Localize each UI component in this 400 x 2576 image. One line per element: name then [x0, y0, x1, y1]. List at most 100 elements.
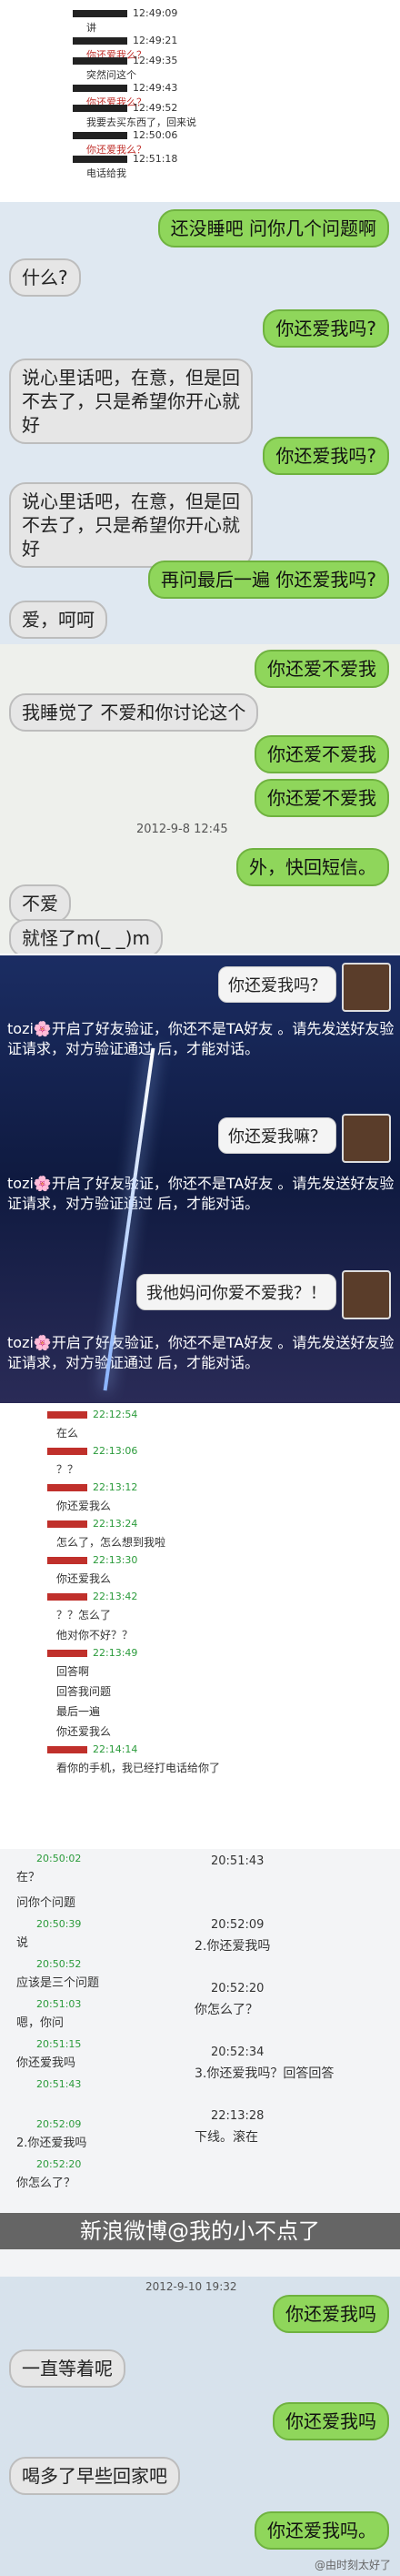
avatar — [342, 963, 391, 1012]
redacted-name — [47, 1746, 87, 1753]
log-time: 22:13:42 — [93, 1591, 138, 1602]
redacted-name — [73, 156, 127, 163]
log-time: 20:51:03 — [36, 1998, 82, 2010]
log-time: 20:52:20 — [36, 2158, 82, 2170]
log-text: 突然问这个 — [86, 69, 136, 81]
log-entry: 22:13:24 — [47, 1518, 137, 1530]
log-time: 20:50:52 — [36, 1958, 82, 1970]
log-text: 电话给我 — [86, 167, 126, 179]
sent-message-bubble: 你还爱我嘛？ — [218, 1117, 336, 1154]
redacted-name — [73, 57, 127, 65]
log-text: 回答啊 — [56, 1665, 90, 1678]
log-text: 你还爱我么 — [56, 1572, 112, 1585]
log-text: ？？怎么了 — [56, 1609, 112, 1621]
log-text: 在么 — [56, 1427, 79, 1440]
redacted-name — [73, 37, 127, 45]
log-time: 22:13:49 — [93, 1647, 138, 1659]
system-message: tozi🌸开启了好友验证，你还不是TA好友 。请先发送好友验证请求，对方验证通过… — [7, 1334, 395, 1371]
redacted-name — [73, 10, 127, 17]
redacted-name — [47, 1484, 87, 1491]
log-entry: 12:49:43 — [73, 82, 177, 94]
log-time: 22:13:06 — [93, 1445, 138, 1457]
sms-panel-2: 你还爱不爱我 我睡觉了 不爱和你讨论这个 你还爱不爱我 你还爱不爱我 外，快回短信。 不爱… — [0, 644, 400, 954]
chat-log-panel-3: 20:50:02 在？ 问你个问题 20:50:39 说 20:50:52 应该是三个问题 2… — [0, 1849, 400, 2277]
received-message-bubble: 我睡觉了 不爱和你讨论这个 — [9, 693, 259, 732]
log-time: 22:13:30 — [93, 1554, 138, 1566]
log-time: 20:52:09 — [211, 1918, 265, 1932]
sms-panel-3: 2012-9-10 19:32 你还爱我吗 一直等着呢 你还爱我吗 喝多了早些回家吧 你还… — [0, 2277, 400, 2576]
chat-log-panel-2: 22:12:54 在么 22:13:06 ？？ 22:13:12 你还爱我么 22:13:2… — [0, 1403, 400, 1849]
redacted-name — [47, 1520, 87, 1528]
chat-log-panel-1: 12:49:09 讲 12:49:21 你还爱我么？ 12:49:35 突然问这个 12:4… — [0, 0, 400, 202]
log-entry: 22:13:49 — [47, 1647, 137, 1659]
avatar — [342, 1270, 391, 1319]
sent-message-bubble: 还没睡吧 问你几个问题啊 — [157, 209, 389, 247]
redacted-name — [73, 132, 127, 139]
sent-message-bubble: 外，快回短信。 — [236, 848, 389, 886]
log-text: 2.你还爱我吗 — [195, 1939, 271, 1954]
log-time: 12:49:43 — [133, 82, 178, 94]
log-text: ？？ — [56, 1463, 79, 1476]
received-message-bubble: 喝多了早些回家吧 — [9, 2457, 180, 2495]
log-time: 22:12:54 — [93, 1409, 138, 1420]
log-entry: 12:49:35 — [73, 55, 177, 66]
received-message-bubble: 说心里话吧，在意，但是回 不去了，只是希望你开心就 好 — [9, 482, 253, 568]
log-text: 最后一遍 — [56, 1705, 101, 1718]
sent-message-bubble: 你还爱我吗 — [273, 2295, 389, 2333]
timestamp: 2012-9-8 12:45 — [136, 823, 228, 836]
redacted-name — [73, 105, 127, 112]
log-entry: 12:49:09 — [73, 7, 177, 19]
log-entry: 12:49:52 — [73, 102, 177, 114]
sent-message-bubble: 你还爱不爱我 — [255, 735, 389, 773]
received-message-bubble: 说心里话吧，在意，但是回 不去了，只是希望你开心就 好 — [9, 359, 253, 444]
log-entry: 22:13:42 — [47, 1591, 137, 1602]
log-text: 问你个问题 — [16, 1896, 76, 1910]
log-time: 22:13:12 — [93, 1481, 138, 1493]
log-text: 在？ — [16, 1871, 41, 1884]
sent-message-bubble: 你还爱我吗。 — [255, 2511, 389, 2550]
redacted-name — [47, 1411, 87, 1419]
redacted-name — [47, 1593, 87, 1601]
log-time: 12:49:21 — [133, 35, 178, 46]
log-time: 20:50:02 — [36, 1853, 82, 1864]
redacted-name — [47, 1557, 87, 1564]
log-time: 12:51:18 — [133, 153, 178, 165]
sms-panel-1: 还没睡吧 问你几个问题啊什么? 你还爱我吗? 说心里话吧，在意，但是回 不去了，只是… — [0, 202, 400, 644]
log-time: 20:51:43 — [211, 1854, 265, 1868]
log-entry: 22:13:12 — [47, 1481, 137, 1493]
log-text: 应该是三个问题 — [16, 1976, 100, 1990]
log-text: 怎么了，怎么想到我啦 — [56, 1536, 166, 1549]
log-entry: 22:14:14 — [47, 1743, 137, 1755]
log-time: 20:51:15 — [36, 2038, 82, 2050]
log-time: 12:49:52 — [133, 102, 178, 114]
log-time: 20:50:39 — [36, 1918, 82, 1930]
log-entry: 12:49:21 — [73, 35, 177, 46]
log-text: 嗯，你问 — [16, 2016, 65, 2030]
log-text: 2.你还爱我吗 — [16, 2137, 87, 2150]
log-text: 你还爱我么 — [56, 1500, 112, 1512]
system-message: tozi🌸开启了好友验证，你还不是TA好友 。请先发送好友验证请求，对方验证通过… — [7, 1175, 395, 1212]
log-time: 22:13:28 — [211, 2109, 265, 2123]
log-text: 你还爱我么 — [56, 1725, 112, 1738]
log-text: 看你的手机，我已经打电话给你了 — [56, 1762, 221, 1774]
log-time: 22:14:14 — [93, 1743, 138, 1755]
log-time: 20:52:34 — [211, 2046, 265, 2059]
sent-message-bubble: 你还爱我吗? — [263, 437, 389, 475]
log-entry: 22:12:54 — [47, 1409, 137, 1420]
received-message-bubble: 爱，呵呵 — [9, 601, 107, 639]
log-text: 讲 — [86, 22, 96, 34]
log-text: 我要去买东西了，回来说 — [86, 116, 196, 128]
log-time: 20:52:20 — [211, 1982, 265, 1995]
log-entry: 12:50:06 — [73, 129, 177, 141]
log-text: 你怎么了？ — [16, 2177, 76, 2190]
log-text: 他对你不好？？ — [56, 1629, 134, 1642]
received-message-bubble: 什么? — [9, 258, 81, 297]
log-time: 12:50:06 — [133, 129, 178, 141]
sent-message-bubble: 再问最后一遍 你还爱我吗? — [148, 561, 389, 599]
log-entry: 22:13:06 — [47, 1445, 137, 1457]
received-message-bubble: 一直等着呢 — [9, 2349, 125, 2388]
timestamp: 2012-9-10 19:32 — [145, 2280, 237, 2293]
im-panel-dark: 你还爱我吗？ 你还爱我嘛？ 我他妈问你爱不爱我？！ tozi🌸开启了好友验证，你还不是… — [0, 955, 400, 1403]
log-time: 20:52:09 — [36, 2118, 82, 2130]
sent-message-bubble: 你还爱不爱我 — [255, 779, 389, 817]
